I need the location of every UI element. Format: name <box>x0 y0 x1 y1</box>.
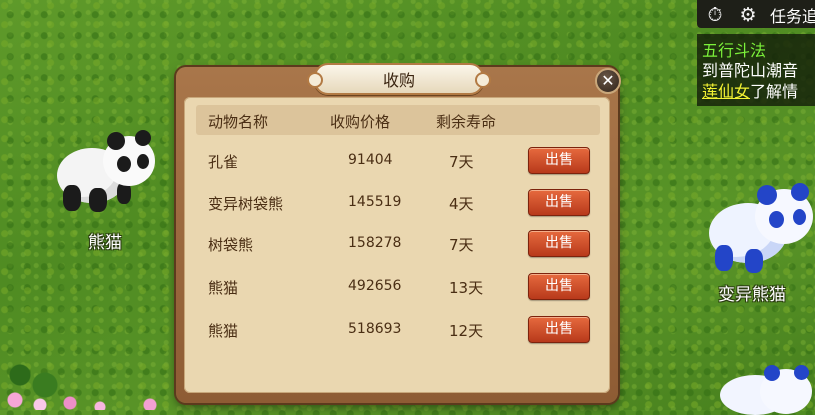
panda-ear <box>757 185 777 205</box>
panda-eye <box>793 209 806 225</box>
sell-button[interactable]: 出售 <box>528 189 590 216</box>
purchase-price: 158278 <box>348 235 402 251</box>
panda-ear <box>764 365 780 381</box>
sell-button[interactable]: 出售 <box>528 147 590 174</box>
animal-name: 熊猫 <box>208 322 239 340</box>
sell-button[interactable]: 出售 <box>528 316 590 343</box>
panda-sprite-bottom-right[interactable] <box>720 365 815 415</box>
remaining-life: 7天 <box>449 236 474 254</box>
close-button[interactable]: ✕ <box>595 68 621 94</box>
table-row: 孔雀 91404 7天 出售 <box>196 141 600 181</box>
purchase-price: 91404 <box>348 152 393 168</box>
panda-leg <box>89 188 107 212</box>
table-row: 熊猫 518693 12天 出售 <box>196 310 600 350</box>
purchase-price: 145519 <box>348 194 402 210</box>
panda-eye <box>137 154 149 169</box>
panda-ear <box>107 132 125 150</box>
dialog-title: 收购 <box>382 71 415 90</box>
gear-icon[interactable]: ⚙ <box>737 4 759 26</box>
dialog-content: 动物名称 收购价格 剩余寿命 孔雀 91404 7天 出售 变异树袋熊 1455… <box>184 97 610 393</box>
sell-button[interactable]: 出售 <box>528 273 590 300</box>
remaining-life: 12天 <box>449 322 484 340</box>
purchase-price: 492656 <box>348 278 402 294</box>
panda-leg <box>63 185 81 211</box>
mutant-panda-sprite-right[interactable] <box>703 183 815 278</box>
remaining-life: 4天 <box>449 195 474 213</box>
quest-desc-line: 莲仙女了解情 <box>702 78 798 102</box>
animal-name: 树袋熊 <box>208 236 254 254</box>
panda-ear <box>794 365 809 380</box>
dialog-title-plate: 收购 <box>307 63 491 95</box>
animal-name: 孔雀 <box>208 153 239 171</box>
quest-desc-text: 了解情 <box>750 82 799 101</box>
stopwatch-icon[interactable]: ⏱ <box>704 4 726 26</box>
quest-npc-link[interactable]: 莲仙女 <box>702 82 750 101</box>
table-row: 树袋熊 158278 7天 出售 <box>196 224 600 264</box>
panda-ear <box>135 130 151 146</box>
panda-ear <box>791 183 809 201</box>
table-header: 动物名称 收购价格 剩余寿命 <box>196 105 600 135</box>
panda-sprite-left[interactable] <box>55 130 160 215</box>
flower-decoration <box>0 345 180 410</box>
animal-name: 熊猫 <box>208 279 239 297</box>
animal-name: 变异树袋熊 <box>208 195 284 213</box>
table-row: 熊猫 492656 13天 出售 <box>196 267 600 307</box>
mutant-panda-label-right: 变异熊猫 <box>718 285 786 305</box>
quest-tracker-panel[interactable]: 五行斗法 到普陀山潮音 莲仙女了解情 <box>697 34 815 106</box>
purchase-dialog: 收购 ✕ 动物名称 收购价格 剩余寿命 孔雀 91404 7天 出售 变异树袋熊… <box>176 63 621 403</box>
panda-leg <box>745 249 763 273</box>
header-purchase-price: 收购价格 <box>330 113 391 131</box>
remaining-life: 7天 <box>449 153 474 171</box>
table-row: 变异树袋熊 145519 4天 出售 <box>196 183 600 223</box>
quest-tracker-title[interactable]: 任务追 <box>770 3 815 27</box>
panda-eye <box>117 156 131 172</box>
panda-label-left: 熊猫 <box>88 233 122 253</box>
purchase-price: 518693 <box>348 321 402 337</box>
panda-eye <box>769 211 784 228</box>
header-animal-name: 动物名称 <box>208 113 269 131</box>
remaining-life: 13天 <box>449 279 484 297</box>
header-remaining-life: 剩余寿命 <box>436 113 497 131</box>
sell-button[interactable]: 出售 <box>528 230 590 257</box>
panda-leg <box>715 245 733 271</box>
